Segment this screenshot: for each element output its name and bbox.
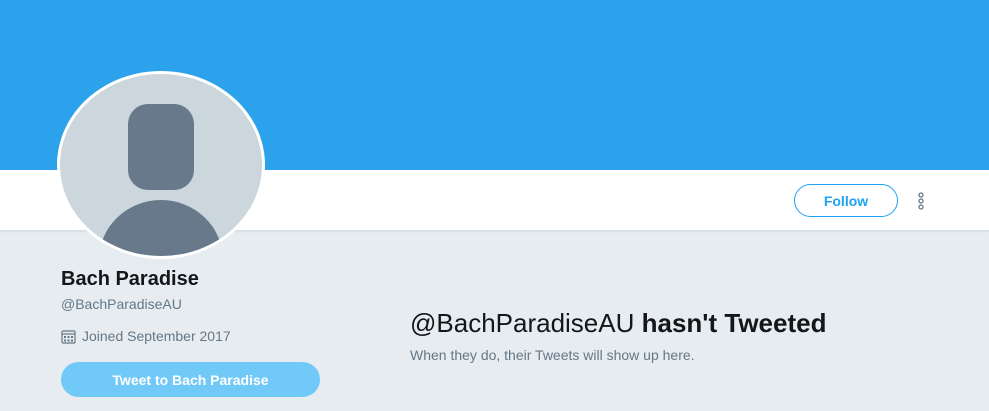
calendar-icon — [61, 329, 76, 344]
profile-handle: @BachParadiseAU — [61, 296, 182, 312]
tweet-to-button[interactable]: Tweet to Bach Paradise — [61, 362, 320, 397]
empty-state-handle: @BachParadiseAU — [410, 308, 635, 338]
empty-state-message: hasn't Tweeted — [641, 308, 827, 338]
avatar[interactable] — [56, 70, 266, 260]
follow-button[interactable]: Follow — [794, 184, 898, 217]
joined-text: Joined September 2017 — [82, 328, 231, 344]
joined-date: Joined September 2017 — [61, 328, 231, 344]
empty-state-subtitle: When they do, their Tweets will show up … — [410, 347, 695, 363]
more-icon[interactable] — [912, 190, 930, 212]
profile-name: Bach Paradise — [61, 268, 199, 290]
empty-state-title: @BachParadiseAU hasn't Tweeted — [410, 308, 826, 339]
